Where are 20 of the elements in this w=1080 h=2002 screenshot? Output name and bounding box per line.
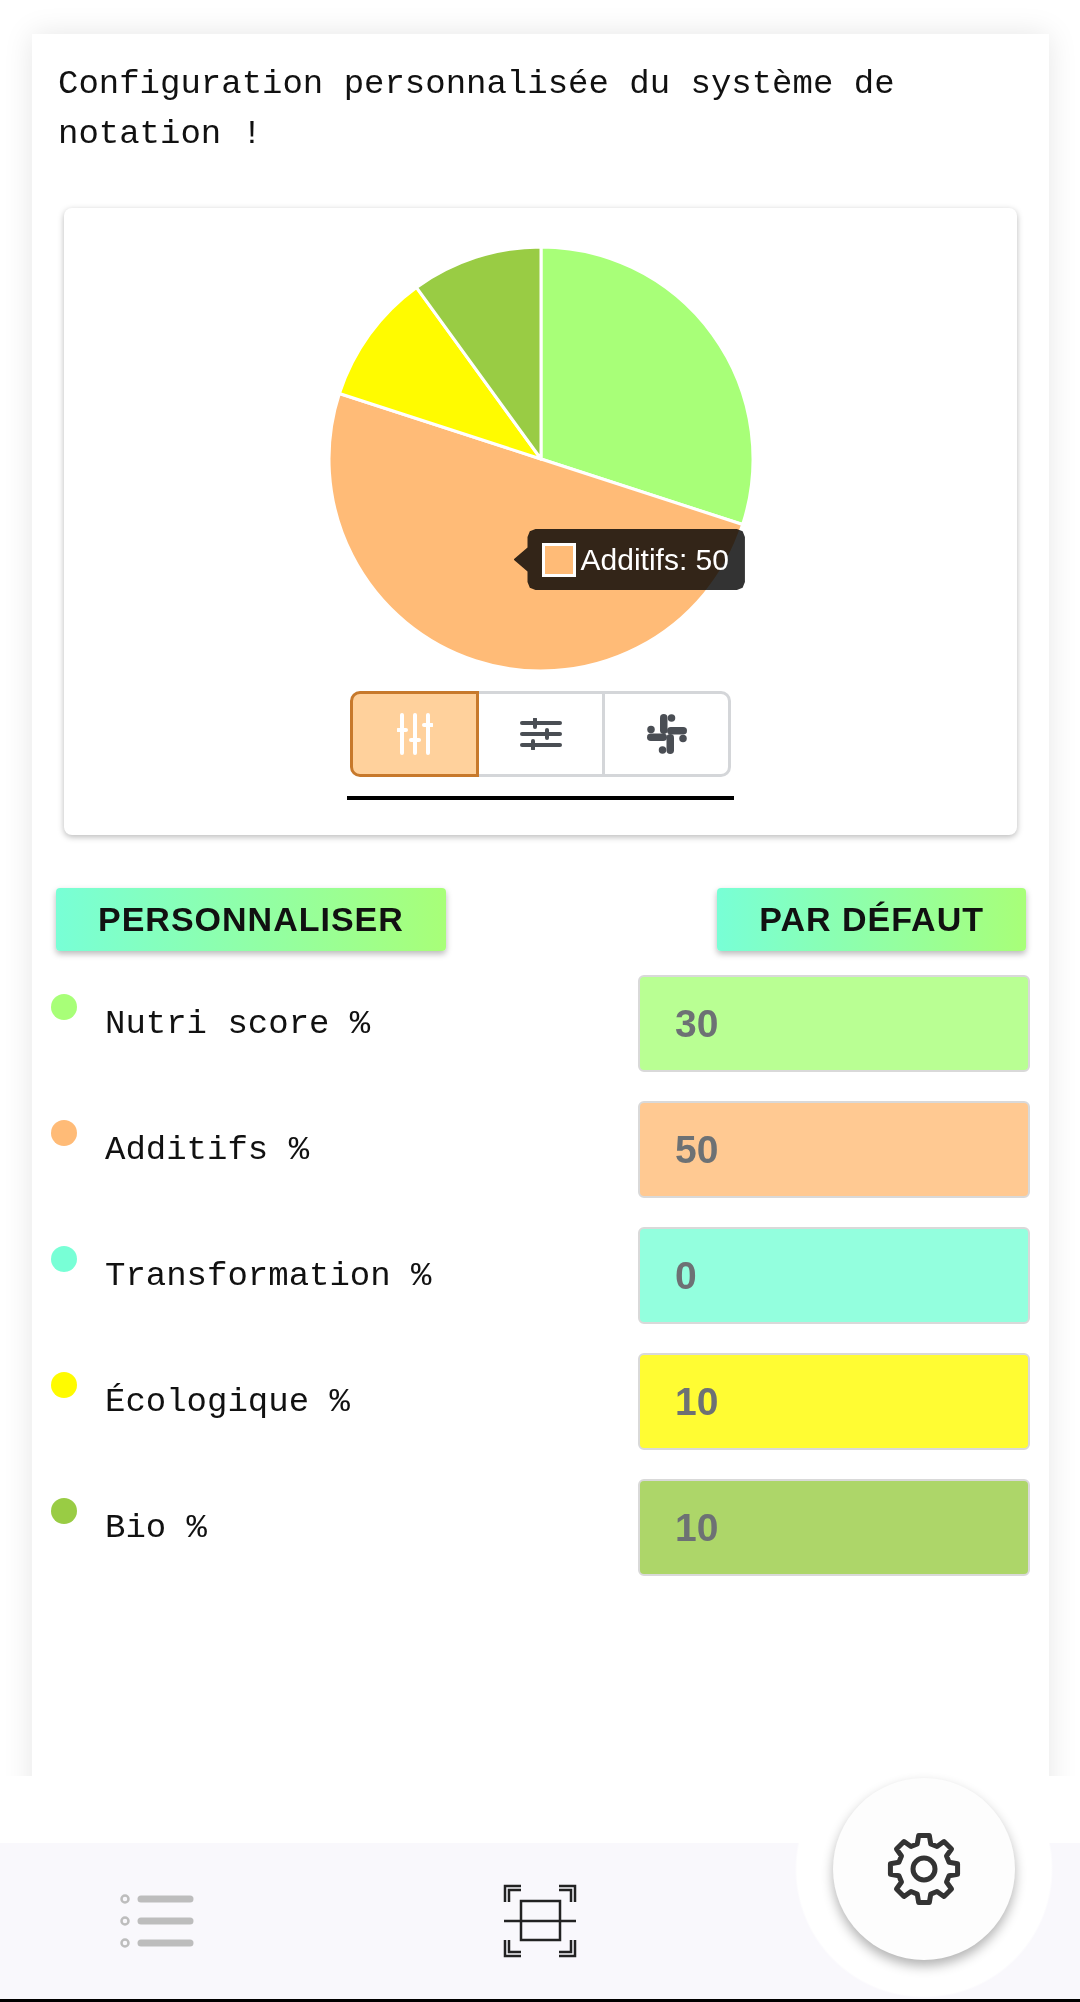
action-button[interactable]: PAR DÉFAUT — [717, 888, 1026, 951]
weight-label: Nutri score % — [105, 1004, 372, 1043]
action-button[interactable]: PERSONNALISER — [56, 888, 446, 951]
percent-field[interactable]: 10 — [638, 1479, 1030, 1576]
vertical-sliders-icon — [396, 713, 433, 755]
weight-label: Additifs % — [105, 1130, 311, 1169]
percent-field[interactable]: 0 — [638, 1227, 1030, 1324]
percent-field[interactable]: 30 — [638, 975, 1030, 1072]
horizontal-sliders-icon — [519, 718, 562, 750]
tooltip-text: Additifs: 50 — [580, 542, 729, 577]
weight-label: Écologique % — [105, 1382, 351, 1421]
percent-field[interactable]: 50 — [638, 1101, 1030, 1198]
percent-field[interactable]: 10 — [638, 1353, 1030, 1450]
weight-label: Bio % — [105, 1508, 209, 1547]
settings-button[interactable] — [833, 1778, 1015, 1960]
scan-icon[interactable] — [503, 1884, 577, 1958]
weight-label: Transformation % — [105, 1256, 433, 1295]
hash-icon — [645, 713, 688, 755]
page-title: Configuration personnalisée du système de notation ! — [58, 64, 896, 155]
settings-icon — [887, 1832, 961, 1906]
